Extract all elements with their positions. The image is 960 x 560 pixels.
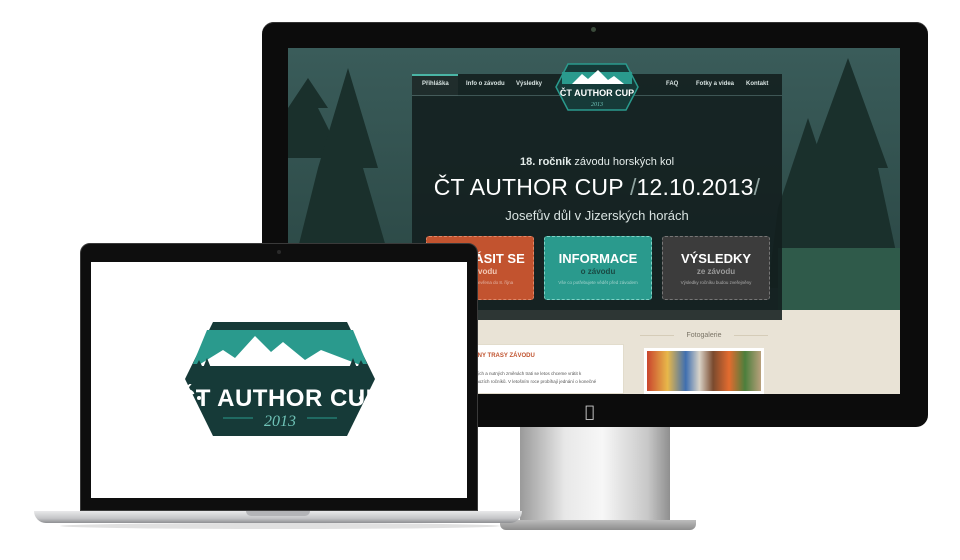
hero-date: 12.10.2013 xyxy=(636,174,754,200)
nav-item-kontakt[interactable]: Kontakt xyxy=(746,81,768,87)
edition-number: 18. ročník xyxy=(519,156,572,168)
imac-camera xyxy=(591,27,596,32)
cta-info-note: Vše co potřebujete vědět před závodem xyxy=(558,280,638,285)
event-logo: ČT AUTHOR CUP 2013 xyxy=(183,322,377,436)
cta-results-sub: ze závodu xyxy=(696,267,736,276)
hero-place: Josefův důl v Jizerských horách xyxy=(505,208,689,223)
imac-stand-foot xyxy=(500,520,696,530)
site-logo[interactable]: ČT AUTHOR CUP 2013 xyxy=(554,62,640,112)
news-line-2: předchozích ročníků. V letošním roce pro… xyxy=(465,379,597,384)
site-logo-title: ČT AUTHOR CUP xyxy=(560,87,634,98)
apple-logo-icon:  xyxy=(585,402,595,421)
hero-slash-left: / xyxy=(629,174,637,200)
edition-text: závodu horských kol xyxy=(571,156,675,168)
cta-results-title: VÝSLEDKY xyxy=(680,251,752,266)
macbook-notch xyxy=(246,511,310,516)
gallery-title: Fotogalerie xyxy=(674,332,734,339)
site-logo-year: 2013 xyxy=(591,102,603,108)
nav-item-prihlaska[interactable]: Přihláška xyxy=(422,81,449,87)
news-line-1: O nových a nutných změnách trati se leto… xyxy=(465,371,582,376)
cta-info-button[interactable]: INFORMACE o závodu Vše co potřebujete vě… xyxy=(544,236,652,300)
event-logo-title: ČT AUTHOR CUP xyxy=(183,384,377,412)
event-logo-year: 2013 xyxy=(264,413,296,430)
macbook-camera xyxy=(277,250,281,254)
nav-item-fotky[interactable]: Fotky a videa xyxy=(696,81,734,87)
hero-name: ČT AUTHOR CUP xyxy=(433,174,624,200)
cta-info-sub: o závodu xyxy=(580,267,616,276)
edition-line: 18. ročník závodu horských kol xyxy=(412,156,782,168)
cta-results-note: Výsledky ročníku budou zveřejněny xyxy=(680,280,752,285)
nav-item-vysledky[interactable]: Výsledky xyxy=(516,81,542,87)
macbook-screen: ČT AUTHOR CUP 2013 xyxy=(91,262,467,498)
nav-item-faq[interactable]: FAQ xyxy=(666,81,678,87)
cta-info-title: INFORMACE xyxy=(558,251,638,266)
hero-slash-right: / xyxy=(753,174,761,200)
nav-item-info[interactable]: Info o závodu xyxy=(466,81,505,87)
cta-results-button[interactable]: VÝSLEDKY ze závodu Výsledky ročníku budo… xyxy=(662,236,770,300)
gallery-photo[interactable] xyxy=(644,348,764,394)
imac-stand xyxy=(520,427,670,527)
hero-title: ČT AUTHOR CUP /12.10.2013/ xyxy=(412,174,782,201)
macbook-shadow xyxy=(60,523,500,529)
